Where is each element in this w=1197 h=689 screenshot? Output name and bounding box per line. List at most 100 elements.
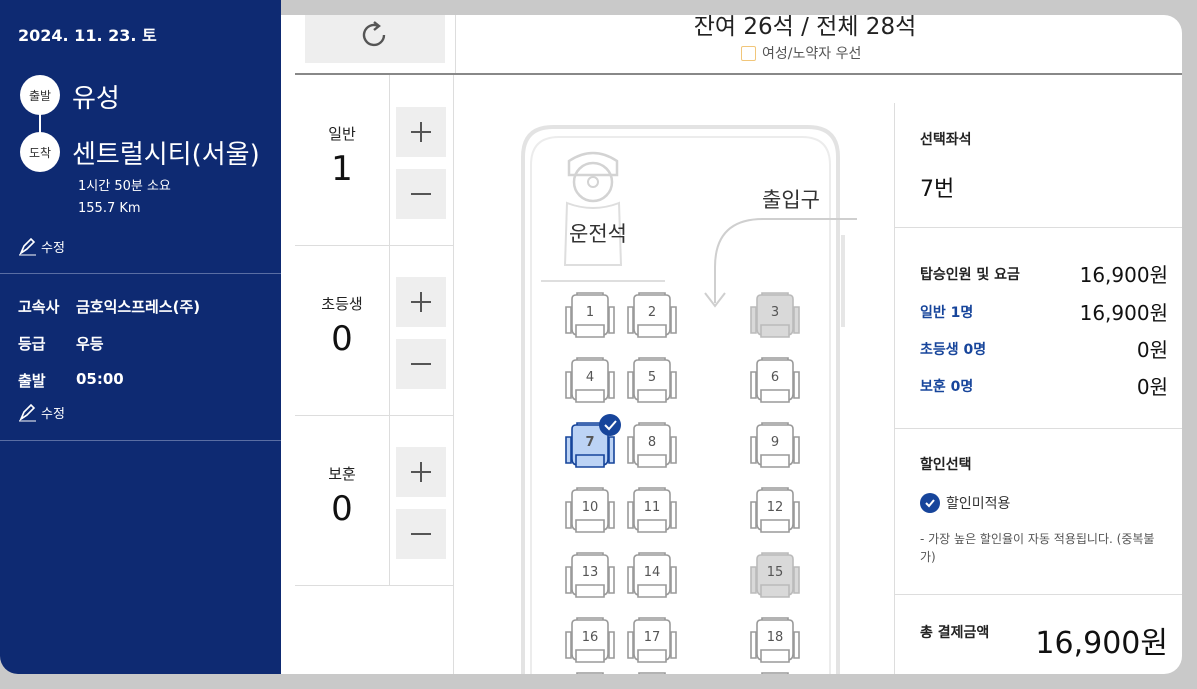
no-discount-label: 할인미적용 [946, 496, 1011, 512]
plus-icon [411, 122, 431, 142]
company-value: 금호익스프레스(주) [76, 298, 201, 316]
counter-child: 초등생 0 [295, 245, 453, 416]
seat-number: 8 [648, 435, 656, 450]
counter-value: 1 [331, 149, 353, 189]
seat-1[interactable]: 1 [565, 292, 615, 338]
seat-4[interactable]: 4 [565, 357, 615, 403]
fare-child-row: 초등생 0명 0원 [920, 334, 1168, 363]
seat-number: 3 [771, 305, 779, 320]
seat-number: 7 [585, 435, 594, 450]
departure-time-key: 출발 [18, 372, 46, 390]
fare-general-label: 일반 1명 [920, 304, 974, 321]
decrease-child-button[interactable] [396, 339, 446, 389]
trip-duration: 1시간 50분 소요 [78, 179, 171, 194]
departure-time-value: 05:00 [76, 370, 124, 388]
seat-3: 3 [750, 292, 800, 338]
fare-total-value: 16,900원 [1079, 263, 1168, 287]
edit-bus-label: 수정 [41, 406, 65, 422]
seat-number: 13 [582, 565, 599, 580]
seat-6[interactable]: 6 [750, 357, 800, 403]
sidebar-divider [0, 440, 281, 441]
increase-child-button[interactable] [396, 277, 446, 327]
fare-veteran-row: 보훈 0명 0원 [920, 371, 1168, 400]
bus-layout: 운전석 출입구 1 2 34 5 67 8 910 11 1213 14 1516 17 18 [521, 125, 857, 674]
check-circle-icon [920, 493, 940, 513]
grade-value: 우등 [76, 335, 104, 353]
seat-number: 2 [648, 305, 656, 320]
counter-label: 보훈 [328, 465, 356, 483]
counter-label: 초등생 [321, 295, 363, 313]
priority-legend: 여성/노약자 우선 [741, 43, 861, 63]
edit-route-button[interactable]: 수정 [18, 236, 65, 256]
increase-general-button[interactable] [396, 107, 446, 157]
fare-section: 탑승인원 및 요금 16,900원 일반 1명 16,900원 초등생 0명 0… [895, 227, 1182, 429]
minus-icon [411, 533, 431, 535]
grade-key: 등급 [18, 335, 46, 353]
seat-17[interactable]: 17 [627, 617, 677, 663]
selected-seat-title: 선택좌석 [920, 132, 972, 148]
departure-time-row: 출발 05:00 [18, 370, 124, 391]
discount-section: 할인선택 할인미적용 - 가장 높은 할인율이 자동 적용됩니다. (중복불가) [895, 428, 1182, 595]
increase-veteran-button[interactable] [396, 447, 446, 497]
seat-2[interactable]: 2 [627, 292, 677, 338]
seat-5[interactable]: 5 [627, 357, 677, 403]
passenger-counters: 일반 1 초등생 0 보훈 0 [295, 75, 454, 674]
company-row: 고속사 금호익스프레스(주) [18, 296, 200, 317]
seat-number: 5 [648, 370, 656, 385]
seat-18[interactable]: 18 [750, 617, 800, 663]
refresh-icon [362, 21, 386, 47]
selected-check-icon [599, 414, 621, 436]
seat-number: 11 [644, 500, 661, 515]
seat-11[interactable]: 11 [627, 487, 677, 533]
counter-label: 일반 [328, 125, 356, 143]
seat-number: 4 [586, 370, 594, 385]
seat-number: 15 [767, 565, 784, 580]
departure-station: 유성 [72, 84, 120, 114]
edit-bus-button[interactable]: 수정 [18, 402, 65, 422]
seat-12[interactable]: 12 [750, 487, 800, 533]
fare-veteran-value: 0원 [1136, 375, 1168, 399]
seat-7[interactable]: 7 [565, 414, 621, 468]
seat-10[interactable]: 10 [565, 487, 615, 533]
seat-8[interactable]: 8 [627, 422, 677, 468]
decrease-veteran-button[interactable] [396, 509, 446, 559]
seat-partial [638, 672, 666, 674]
booking-summary: 선택좌석 7번 탑승인원 및 요금 16,900원 일반 1명 16,900원 … [894, 103, 1182, 674]
seat-number: 6 [771, 370, 779, 385]
fare-child-label: 초등생 0명 [920, 341, 987, 358]
seat-number: 12 [767, 500, 784, 515]
fare-general-value: 16,900원 [1079, 301, 1168, 325]
sidebar-divider [0, 273, 281, 274]
seat-14[interactable]: 14 [627, 552, 677, 598]
driver-seat-label: 운전석 [569, 222, 627, 246]
seat-9[interactable]: 9 [750, 422, 800, 468]
total-label: 총 결제금액 [920, 625, 990, 641]
seat-partial [576, 672, 604, 674]
refresh-button[interactable] [305, 15, 445, 63]
steering-wheel-icon [563, 151, 623, 266]
fare-veteran-label: 보훈 0명 [920, 378, 974, 395]
trip-sidebar: 2024. 11. 23. 토 출발 유성 도착 센트럴시티(서울) 1시간 5… [0, 0, 281, 674]
seat-number: 18 [767, 630, 784, 645]
seat-number: 14 [644, 565, 661, 580]
plus-icon [411, 292, 431, 312]
no-discount-option[interactable]: 할인미적용 [920, 493, 1010, 513]
departure-badge: 출발 [20, 75, 60, 115]
counter-veteran: 보훈 0 [295, 415, 453, 586]
arrival-badge: 도착 [20, 132, 60, 172]
company-key: 고속사 [18, 298, 60, 316]
seat-13[interactable]: 13 [565, 552, 615, 598]
grade-row: 등급 우등 [18, 333, 104, 354]
selected-seat-value: 7번 [920, 177, 955, 202]
decrease-general-button[interactable] [396, 169, 446, 219]
trip-date: 2024. 11. 23. 토 [18, 26, 157, 45]
minus-icon [411, 363, 431, 365]
seat-16[interactable]: 16 [565, 617, 615, 663]
bus-seat-map: 운전석 출입구 1 2 3 4 5 6 7 8 9 10 11 12 13 14 15 16 17 18 [453, 75, 894, 674]
discount-note: - 가장 높은 할인율이 자동 적용됩니다. (중복불가) [920, 532, 1155, 564]
pencil-icon [19, 237, 36, 256]
total-section: 총 결제금액 16,900원 [895, 594, 1182, 674]
seat-partial [761, 672, 789, 674]
fare-total-label: 탑승인원 및 요금 [920, 266, 1020, 283]
plus-icon [411, 462, 431, 482]
